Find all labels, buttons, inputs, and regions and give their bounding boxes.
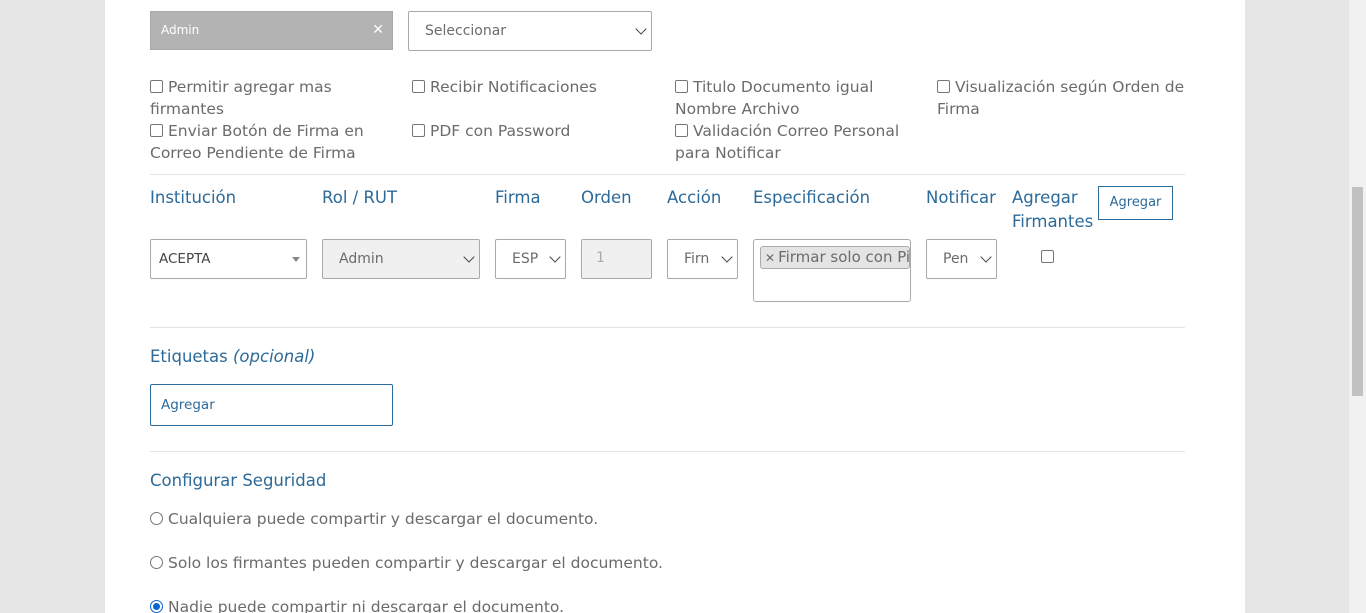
chevron-down-icon <box>635 23 647 35</box>
top-select-value: Seleccionar <box>425 23 507 39</box>
option-pdf-password[interactable]: PDF con Password <box>412 120 662 142</box>
specification-chip-label: Firmar solo con Pin <box>778 248 910 266</box>
checkbox[interactable] <box>675 124 688 137</box>
specification-chip: ✕ Firmar solo con Pin <box>760 246 910 269</box>
checkbox[interactable] <box>150 124 163 137</box>
notify-select[interactable]: Pen <box>926 239 997 279</box>
scrollbar[interactable] <box>1349 0 1366 613</box>
option-view-by-signing-order[interactable]: Visualización según Orden de Firma <box>937 76 1187 120</box>
user-tag-field[interactable]: Admin ✕ <box>150 11 393 50</box>
divider <box>150 451 1185 452</box>
institution-value: ACEPTA <box>159 251 211 267</box>
header-add-signers: Agregar Firmantes <box>1012 188 1094 231</box>
signature-type-value: ESP <box>512 251 539 267</box>
specification-multiselect[interactable]: ✕ Firmar solo con Pin <box>753 239 911 302</box>
security-option-signers-only[interactable]: Solo los firmantes pueden compartir y de… <box>150 552 663 574</box>
role-select[interactable]: Admin <box>322 239 480 279</box>
checkbox[interactable] <box>412 124 425 137</box>
chevron-down-icon <box>549 251 561 263</box>
radio-selected[interactable] <box>150 600 163 613</box>
notify-value: Pen <box>943 251 969 267</box>
checkbox[interactable] <box>675 80 688 93</box>
clear-tag-icon[interactable]: ✕ <box>372 12 384 49</box>
security-option-nobody[interactable]: Nadie puede compartir ni descargar el do… <box>150 596 564 613</box>
option-title-equals-filename[interactable]: Titulo Documento igual Nombre Archivo <box>675 76 925 120</box>
option-allow-more-signers[interactable]: Permitir agregar mas firmantes <box>150 76 400 120</box>
signature-type-select[interactable]: ESP <box>495 239 566 279</box>
divider <box>150 174 1185 175</box>
security-option-anyone[interactable]: Cualquiera puede compartir y descargar e… <box>150 508 598 530</box>
header-action: Acción <box>667 188 722 207</box>
role-value: Admin <box>339 251 384 267</box>
action-value: Firn <box>684 251 710 267</box>
tags-input[interactable]: Agregar <box>150 384 393 426</box>
scrollbar-thumb[interactable] <box>1352 187 1363 396</box>
option-receive-notifications[interactable]: Recibir Notificaciones <box>412 76 662 98</box>
header-specification: Especificación <box>753 188 871 207</box>
option-send-sign-button[interactable]: Enviar Botón de Firma en Correo Pendient… <box>150 120 390 164</box>
header-institution: Institución <box>150 188 237 207</box>
chevron-down-icon <box>463 251 475 263</box>
divider <box>150 327 1185 328</box>
option-validate-personal-email[interactable]: Validación Correo Personal para Notifica… <box>675 120 925 164</box>
header-signature: Firma <box>495 188 541 207</box>
header-role: Rol / RUT <box>322 188 398 207</box>
checkbox[interactable] <box>937 80 950 93</box>
user-tag-label: Admin <box>161 23 200 37</box>
chevron-down-icon <box>980 251 992 263</box>
add-signers-checkbox[interactable] <box>1041 250 1054 263</box>
remove-chip-icon[interactable]: ✕ <box>765 251 775 265</box>
action-select[interactable]: Firn <box>667 239 738 279</box>
top-select[interactable]: Seleccionar <box>408 11 652 51</box>
header-order: Orden <box>581 188 632 207</box>
checkbox[interactable] <box>412 80 425 93</box>
add-signer-button[interactable]: Agregar <box>1098 186 1173 220</box>
add-signers-checkbox-wrap <box>1041 247 1059 266</box>
security-title: Configurar Seguridad <box>150 471 327 490</box>
radio[interactable] <box>150 556 163 569</box>
order-input[interactable]: 1 <box>581 239 652 279</box>
caret-down-icon <box>292 256 300 262</box>
tags-title: Etiquetas (opcional) <box>150 347 316 366</box>
checkbox[interactable] <box>150 80 163 93</box>
radio[interactable] <box>150 512 163 525</box>
institution-select[interactable]: ACEPTA <box>150 239 307 279</box>
header-notify: Notificar <box>926 188 996 207</box>
chevron-down-icon <box>721 251 733 263</box>
